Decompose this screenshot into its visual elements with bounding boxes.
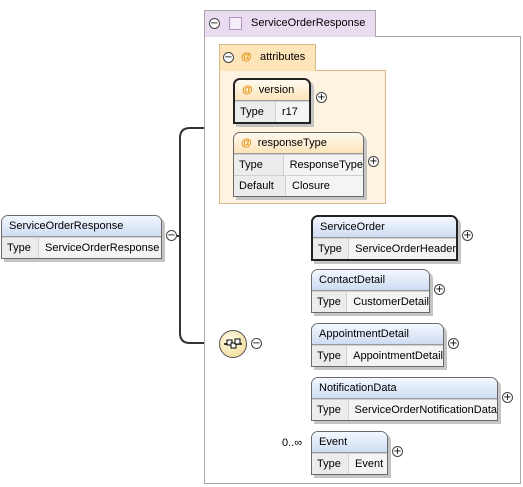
row-value: ServiceOrderHeader: [355, 243, 456, 255]
element-name: NotificationData: [319, 382, 397, 394]
attributes-collapse-toggle[interactable]: −: [223, 52, 234, 63]
root-element-collapse-toggle[interactable]: −: [166, 230, 177, 241]
expand-version-toggle[interactable]: +: [316, 92, 327, 103]
attributes-label: attributes: [260, 51, 306, 63]
event-occurrence-label: 0..∞: [282, 437, 303, 449]
expand-serviceorder-toggle[interactable]: +: [462, 230, 473, 241]
row-key: Type: [312, 400, 349, 420]
complex-type-icon: [229, 17, 242, 30]
attribute-version[interactable]: @ version Type r17: [233, 78, 311, 124]
expand-notificationdata-toggle[interactable]: +: [502, 392, 513, 403]
row-value: ResponseType: [289, 159, 363, 171]
sequence-compositor[interactable]: [219, 330, 247, 358]
complex-type-collapse-toggle[interactable]: −: [209, 18, 220, 29]
element-type-row: Type ServiceOrderNotificationData: [312, 399, 497, 420]
attribute-marker-icon: @: [241, 137, 252, 149]
element-contactdetail[interactable]: ContactDetail Type CustomerDetail: [311, 269, 430, 313]
attribute-version-type-row: Type r17: [235, 101, 309, 122]
row-key: Type: [312, 346, 348, 366]
element-type-row: Type CustomerDetail: [312, 291, 429, 312]
element-type-row: Type ServiceOrderHeader: [313, 238, 456, 259]
sequence-collapse-toggle[interactable]: −: [251, 338, 262, 349]
attribute-responsetype-name: responseType: [257, 137, 327, 149]
attribute-marker-icon: @: [241, 51, 252, 63]
sequence-icon: [224, 338, 242, 349]
attribute-version-name: version: [258, 84, 295, 96]
row-key: Type: [235, 102, 276, 122]
attribute-version-header: @ version: [235, 80, 309, 101]
element-type-row: Type Event: [312, 453, 387, 474]
row-key: Type: [2, 238, 39, 258]
root-element-serviceorderresponse[interactable]: ServiceOrderResponse Type ServiceOrderRes…: [1, 215, 162, 259]
root-element-type-row: Type ServiceOrderResponse: [2, 237, 161, 258]
row-value: ServiceOrderResponse: [45, 242, 160, 254]
row-value: Event: [355, 458, 384, 470]
element-serviceorder-header: ServiceOrder: [313, 217, 456, 238]
attributes-header: − @ attributes: [219, 44, 316, 71]
element-name: Event: [319, 436, 348, 448]
row-value: CustomerDetail: [353, 296, 429, 308]
complex-type-name: ServiceOrderResponse: [251, 17, 366, 29]
row-key: Default: [234, 176, 286, 196]
element-name: AppointmentDetail: [319, 328, 409, 340]
element-event-header: Event: [312, 432, 387, 453]
expand-contactdetail-toggle[interactable]: +: [434, 284, 445, 295]
row-key: Type: [313, 239, 350, 259]
attribute-responsetype[interactable]: @ responseType Type ResponseType Default Cl…: [233, 132, 364, 197]
element-notificationdata-header: NotificationData: [312, 378, 497, 399]
attribute-responsetype-default-row: Default Closure: [234, 175, 363, 196]
root-element-name: ServiceOrderResponse: [9, 220, 124, 232]
row-key: Type: [312, 292, 348, 312]
row-key: Type: [234, 155, 284, 175]
expand-event-toggle[interactable]: +: [392, 446, 403, 457]
attribute-responsetype-header: @ responseType: [234, 133, 363, 154]
row-value: ServiceOrderNotificationData: [354, 404, 497, 416]
element-notificationdata[interactable]: NotificationData Type ServiceOrderNotific…: [311, 377, 498, 421]
element-appointmentdetail-header: AppointmentDetail: [312, 324, 443, 345]
element-name: ContactDetail: [319, 274, 386, 286]
expand-appointmentdetail-toggle[interactable]: +: [448, 338, 459, 349]
expand-responsetype-toggle[interactable]: +: [368, 156, 379, 167]
row-value: AppointmentDetail: [353, 350, 443, 362]
element-serviceorder[interactable]: ServiceOrder Type ServiceOrderHeader: [311, 215, 458, 261]
row-value: Closure: [292, 180, 330, 192]
element-type-row: Type AppointmentDetail: [312, 345, 443, 366]
attribute-marker-icon: @: [242, 84, 253, 96]
element-appointmentdetail[interactable]: AppointmentDetail Type AppointmentDetail: [311, 323, 444, 367]
element-contactdetail-header: ContactDetail: [312, 270, 429, 291]
row-key: Type: [312, 454, 349, 474]
attribute-responsetype-type-row: Type ResponseType: [234, 154, 363, 175]
element-event[interactable]: Event Type Event: [311, 431, 388, 475]
row-value: r17: [282, 106, 298, 118]
element-name: ServiceOrder: [320, 221, 385, 233]
complex-type-header: − ServiceOrderResponse: [204, 10, 376, 37]
root-element-header: ServiceOrderResponse: [2, 216, 161, 237]
